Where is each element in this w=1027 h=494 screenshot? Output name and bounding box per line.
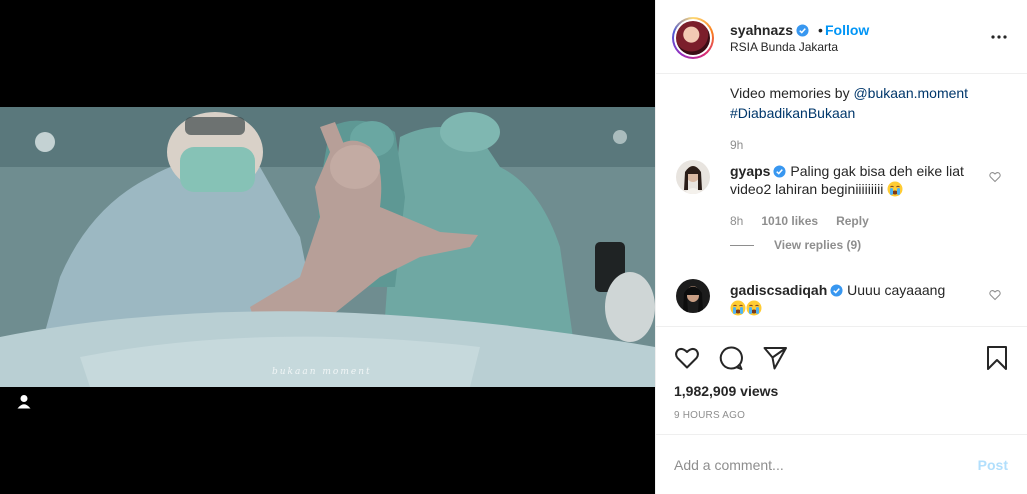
separator-dot: • (818, 22, 823, 38)
comment-icon[interactable] (718, 345, 744, 371)
comment-text: gyaps Paling gak bisa deh eike liat vide… (730, 163, 964, 197)
verified-badge-icon (830, 284, 843, 297)
like-comment-heart-icon[interactable] (989, 289, 1001, 301)
author-avatar[interactable] (672, 17, 714, 59)
view-count[interactable]: 1,982,909 views (674, 383, 778, 399)
save-bookmark-icon[interactable] (984, 345, 1010, 371)
video-player[interactable]: bukaan moment (0, 107, 655, 387)
post-header: syahnazs • Follow RSIA Bunda Jakarta (656, 0, 1027, 74)
comment-time: 8h (730, 214, 744, 228)
comment-text: gadiscsadiqah Uuuu cayaaang (730, 281, 980, 317)
post-timestamp[interactable]: 9 HOURS AGO (674, 410, 745, 421)
avatar-image (676, 279, 710, 313)
hashtag-link[interactable]: #DiabadikanBukaan (730, 105, 855, 121)
post-actions: 1,982,909 views 9 HOURS AGO (656, 326, 1027, 434)
comment-meta: 8h 1010 likes Reply (730, 214, 887, 228)
mention-link[interactable]: @bukaan.moment (853, 85, 968, 101)
video-pane[interactable]: bukaan moment (0, 0, 655, 494)
avatar-image (676, 21, 710, 55)
commenter-avatar[interactable] (676, 279, 710, 313)
avatar-image (676, 160, 710, 194)
comment-composer: Post (656, 434, 1027, 494)
caption-line-1: Video memories by @bukaan.moment (730, 85, 969, 101)
tagged-user-icon[interactable] (14, 392, 34, 412)
replies-divider (730, 245, 754, 246)
verified-badge-icon (796, 24, 809, 37)
crying-face-emoji-icon (887, 181, 903, 197)
comment-likes[interactable]: 1010 likes (761, 214, 818, 228)
share-icon[interactable] (762, 345, 788, 371)
crying-face-emoji-icon (746, 300, 762, 316)
like-heart-icon[interactable] (674, 345, 700, 371)
video-frame-image (0, 107, 655, 387)
location-link[interactable]: RSIA Bunda Jakarta (730, 40, 838, 54)
post-details-panel: syahnazs • Follow RSIA Bunda Jakarta Vid… (655, 0, 1027, 494)
caption-time: 9h (730, 138, 744, 152)
video-watermark: bukaan moment (272, 367, 372, 377)
add-comment-input[interactable] (674, 453, 964, 477)
post-comment-button[interactable]: Post (978, 457, 1008, 473)
verified-badge-icon (773, 165, 787, 178)
comment-username[interactable]: gyaps (730, 163, 770, 179)
commenter-avatar[interactable] (676, 160, 710, 194)
like-comment-heart-icon[interactable] (989, 171, 1001, 183)
reply-button[interactable]: Reply (836, 214, 869, 228)
view-replies-button[interactable]: View replies (9) (774, 238, 861, 252)
comment-username[interactable]: gadiscsadiqah (730, 282, 827, 298)
crying-face-emoji-icon (730, 300, 746, 316)
author-username[interactable]: syahnazs (730, 22, 809, 38)
follow-button[interactable]: Follow (825, 22, 869, 38)
more-options-icon[interactable] (990, 28, 1008, 46)
